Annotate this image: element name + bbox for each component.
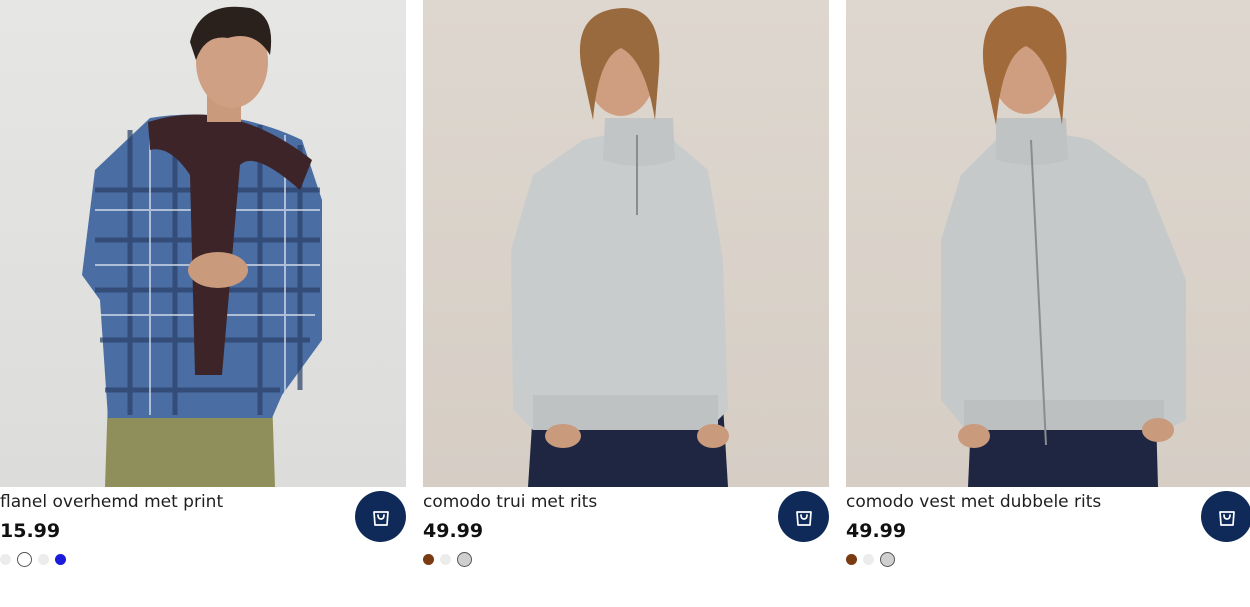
product-title[interactable]: flanel overhemd met print <box>0 490 223 514</box>
color-swatch[interactable] <box>38 553 49 565</box>
color-swatch[interactable] <box>440 553 451 565</box>
product-image[interactable] <box>846 0 1250 487</box>
color-swatch[interactable] <box>846 553 857 565</box>
product-photo-illustration <box>511 8 729 487</box>
add-to-cart-button[interactable] <box>778 491 829 542</box>
color-swatches <box>423 551 472 567</box>
product-grid: flanel overhemd met print 15.99 comodo t… <box>0 0 1250 607</box>
product-price: 15.99 <box>0 520 61 542</box>
add-to-cart-button[interactable] <box>355 491 406 542</box>
color-swatch[interactable] <box>423 553 434 565</box>
color-swatch-selected[interactable] <box>457 551 472 567</box>
shopping-bag-icon <box>1218 510 1235 526</box>
color-swatch[interactable] <box>863 553 874 565</box>
product-photo-illustration <box>82 6 322 487</box>
product-card: flanel overhemd met print 15.99 <box>0 0 406 607</box>
product-image[interactable] <box>0 0 406 487</box>
product-price: 49.99 <box>846 520 907 542</box>
color-swatch-selected[interactable] <box>880 551 895 567</box>
product-card: comodo trui met rits 49.99 <box>423 0 829 607</box>
product-card: comodo vest met dubbele rits 49.99 <box>846 0 1250 607</box>
color-swatches <box>0 551 66 567</box>
color-swatch[interactable] <box>0 553 11 565</box>
color-swatch-selected[interactable] <box>17 551 32 567</box>
product-price: 49.99 <box>423 520 484 542</box>
product-image[interactable] <box>423 0 829 487</box>
color-swatches <box>846 551 895 567</box>
product-photo-illustration <box>941 6 1186 487</box>
color-swatch[interactable] <box>55 553 66 565</box>
shopping-bag-icon <box>372 510 389 526</box>
product-title[interactable]: comodo vest met dubbele rits <box>846 490 1101 514</box>
shopping-bag-icon <box>795 510 812 526</box>
add-to-cart-button[interactable] <box>1201 491 1250 542</box>
product-title[interactable]: comodo trui met rits <box>423 490 597 514</box>
